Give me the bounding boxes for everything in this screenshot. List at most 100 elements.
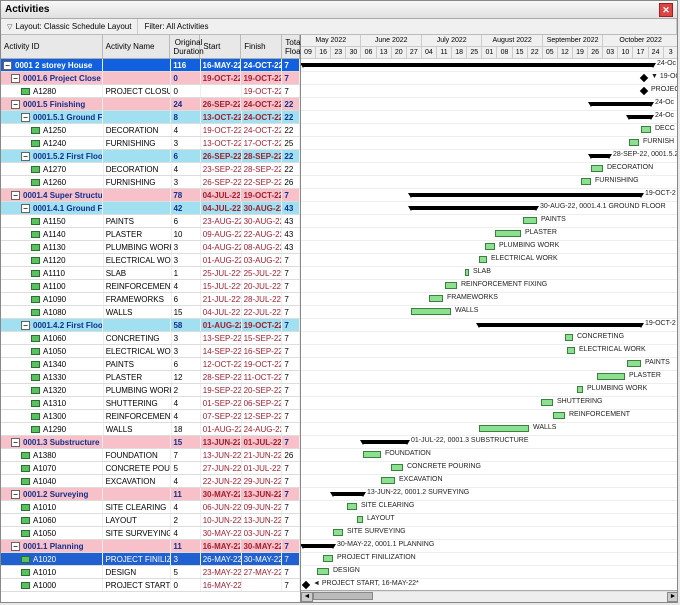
gantt-row[interactable]: DESIGN bbox=[301, 566, 677, 579]
milestone-bar[interactable] bbox=[302, 581, 310, 589]
table-body[interactable]: −0001 2 storey House11616-MAY-2224-OCT-2… bbox=[1, 59, 300, 602]
col-start[interactable]: Start bbox=[200, 35, 241, 58]
collapse-icon[interactable]: − bbox=[21, 152, 30, 161]
gantt-row[interactable]: 24-Oc bbox=[301, 59, 677, 72]
gantt-row[interactable]: PLASTER bbox=[301, 228, 677, 241]
gantt-row[interactable]: FURNISH bbox=[301, 137, 677, 150]
task-bar[interactable] bbox=[391, 464, 403, 471]
gantt-row[interactable]: 13-JUN-22, 0001.2 SURVEYING bbox=[301, 488, 677, 501]
gantt-body[interactable]: 24-Oc▼ 19-OCT-2PROJECT24-Oc24-OcDECCFURN… bbox=[301, 59, 677, 590]
col-total-float[interactable]: Total Float bbox=[282, 35, 300, 58]
col-activity-id[interactable]: Activity ID bbox=[1, 35, 103, 58]
gantt-row[interactable]: PAINTS bbox=[301, 215, 677, 228]
activity-row[interactable]: A1110SLAB125-JUL-22*25-JUL-227 bbox=[1, 267, 300, 280]
task-bar[interactable] bbox=[465, 269, 469, 276]
task-bar[interactable] bbox=[629, 139, 639, 146]
gantt-row[interactable]: WALLS bbox=[301, 306, 677, 319]
task-bar[interactable] bbox=[577, 386, 583, 393]
summary-bar[interactable] bbox=[303, 544, 333, 548]
task-bar[interactable] bbox=[565, 334, 573, 341]
filter-dropdown[interactable]: Filter: All Activities bbox=[138, 19, 677, 34]
gantt-row[interactable]: PROJECT FINILIZATION bbox=[301, 553, 677, 566]
summary-row[interactable]: −0001.2 Surveying1130-MAY-2213-JUN-227 bbox=[1, 488, 300, 501]
summary-bar[interactable] bbox=[303, 63, 653, 67]
task-bar[interactable] bbox=[553, 412, 565, 419]
summary-bar[interactable] bbox=[629, 115, 651, 119]
task-bar[interactable] bbox=[485, 243, 495, 250]
task-bar[interactable] bbox=[541, 399, 553, 406]
task-bar[interactable] bbox=[581, 178, 591, 185]
collapse-icon[interactable]: − bbox=[11, 542, 20, 551]
collapse-icon[interactable]: − bbox=[11, 438, 20, 447]
gantt-row[interactable]: PLASTER bbox=[301, 371, 677, 384]
collapse-icon[interactable]: − bbox=[3, 61, 12, 70]
col-finish[interactable]: Finish bbox=[241, 35, 282, 58]
gantt-row[interactable]: ◄ PROJECT START, 16-MAY-22* bbox=[301, 579, 677, 590]
activity-row[interactable]: A1050SITE SURVEYING430-MAY-22*03-JUN-227 bbox=[1, 527, 300, 540]
gantt-row[interactable]: 19-OCT-2 bbox=[301, 319, 677, 332]
activity-row[interactable]: A1340PAINTS612-OCT-22*19-OCT-227 bbox=[1, 358, 300, 371]
gantt-row[interactable]: WALLS bbox=[301, 423, 677, 436]
task-bar[interactable] bbox=[363, 451, 381, 458]
activity-row[interactable]: A1240FURNISHING313-OCT-2217-OCT-2225 bbox=[1, 137, 300, 150]
activity-row[interactable]: A1000PROJECT START016-MAY-227 bbox=[1, 579, 300, 592]
task-bar[interactable] bbox=[333, 529, 343, 536]
activity-row[interactable]: A1010SITE CLEARING406-JUN-22*09-JUN-227 bbox=[1, 501, 300, 514]
gantt-row[interactable]: SHUTTERING bbox=[301, 397, 677, 410]
summary-row[interactable]: −0001.5 Finishing2426-SEP-2224-OCT-2222 bbox=[1, 98, 300, 111]
summary-bar[interactable] bbox=[591, 154, 609, 158]
collapse-icon[interactable]: − bbox=[21, 113, 30, 122]
activity-row[interactable]: A1310SHUTTERING401-SEP-22*06-SEP-227 bbox=[1, 397, 300, 410]
gantt-row[interactable]: 01-JUL-22, 0001.3 SUBSTRUCTURE bbox=[301, 436, 677, 449]
activity-row[interactable]: A1080WALLS1504-JUL-2222-JUL-227 bbox=[1, 306, 300, 319]
task-bar[interactable] bbox=[445, 282, 457, 289]
gantt-row[interactable]: DECORATION bbox=[301, 163, 677, 176]
activity-row[interactable]: A1380FOUNDATION713-JUN-22*21-JUN-2226 bbox=[1, 449, 300, 462]
task-bar[interactable] bbox=[495, 230, 521, 237]
gantt-row[interactable]: 19-OCT-2 bbox=[301, 189, 677, 202]
activity-row[interactable]: A1290WALLS1801-AUG-22*24-AUG-227 bbox=[1, 423, 300, 436]
gantt-row[interactable]: LAYOUT bbox=[301, 514, 677, 527]
collapse-icon[interactable]: − bbox=[11, 74, 20, 83]
activity-row[interactable]: A1130PLUMBING WORK304-AUG-2208-AUG-2243 bbox=[1, 241, 300, 254]
col-duration[interactable]: Original Duration bbox=[170, 35, 200, 58]
task-bar[interactable] bbox=[429, 295, 443, 302]
activity-row[interactable]: A1010DESIGN523-MAY-2227-MAY-227 bbox=[1, 566, 300, 579]
task-bar[interactable] bbox=[523, 217, 537, 224]
gantt-row[interactable]: 24-Oc bbox=[301, 111, 677, 124]
gantt-row[interactable]: PAINTS bbox=[301, 358, 677, 371]
scroll-thumb[interactable] bbox=[313, 592, 373, 600]
gantt-row[interactable]: ELECTRICAL WORK bbox=[301, 345, 677, 358]
gantt-row[interactable]: CONCRETING bbox=[301, 332, 677, 345]
gantt-row[interactable]: 28-SEP-22, 0001.5.2 FIRS bbox=[301, 150, 677, 163]
gantt-row[interactable]: ▼ 19-OCT-2 bbox=[301, 72, 677, 85]
summary-bar[interactable] bbox=[591, 102, 651, 106]
task-bar[interactable] bbox=[357, 516, 363, 523]
gantt-row[interactable]: FOUNDATION bbox=[301, 449, 677, 462]
gantt-row[interactable]: SLAB bbox=[301, 267, 677, 280]
task-bar[interactable] bbox=[347, 503, 357, 510]
activity-row[interactable]: A1120ELECTRICAL WORK301-AUG-22*03-AUG-22… bbox=[1, 254, 300, 267]
activity-row[interactable]: A1150PAINTS623-AUG-2230-AUG-2243 bbox=[1, 215, 300, 228]
summary-bar[interactable] bbox=[479, 323, 641, 327]
activity-row[interactable]: A1250DECORATION419-OCT-2224-OCT-2222 bbox=[1, 124, 300, 137]
gantt-row[interactable]: DECC bbox=[301, 124, 677, 137]
gantt-row[interactable]: EXCAVATION bbox=[301, 475, 677, 488]
scroll-track[interactable] bbox=[313, 592, 667, 602]
task-bar[interactable] bbox=[591, 165, 603, 172]
collapse-icon[interactable]: − bbox=[21, 204, 30, 213]
collapse-icon[interactable]: − bbox=[11, 490, 20, 499]
task-bar[interactable] bbox=[597, 373, 625, 380]
summary-bar[interactable] bbox=[363, 440, 407, 444]
task-bar[interactable] bbox=[381, 477, 395, 484]
activity-row[interactable]: A1090FRAMEWORKS621-JUL-22*28-JUL-227 bbox=[1, 293, 300, 306]
activity-row[interactable]: A1270DECORATION423-SEP-2228-SEP-2222 bbox=[1, 163, 300, 176]
activity-row[interactable]: A1020PROJECT FINILIZATIO326-MAY-2230-MAY… bbox=[1, 553, 300, 566]
summary-row[interactable]: −0001.5.1 Ground Floor813-OCT-2224-OCT-2… bbox=[1, 111, 300, 124]
activity-row[interactable]: A1050ELECTRICAL WORK314-SEP-22*16-SEP-22… bbox=[1, 345, 300, 358]
close-icon[interactable]: ✕ bbox=[659, 3, 673, 17]
activity-row[interactable]: A1140PLASTER1009-AUG-2222-AUG-2243 bbox=[1, 228, 300, 241]
gantt-row[interactable]: ELECTRICAL WORK bbox=[301, 254, 677, 267]
gantt-row[interactable]: PLUMBING WORK bbox=[301, 384, 677, 397]
summary-bar[interactable] bbox=[411, 206, 536, 210]
